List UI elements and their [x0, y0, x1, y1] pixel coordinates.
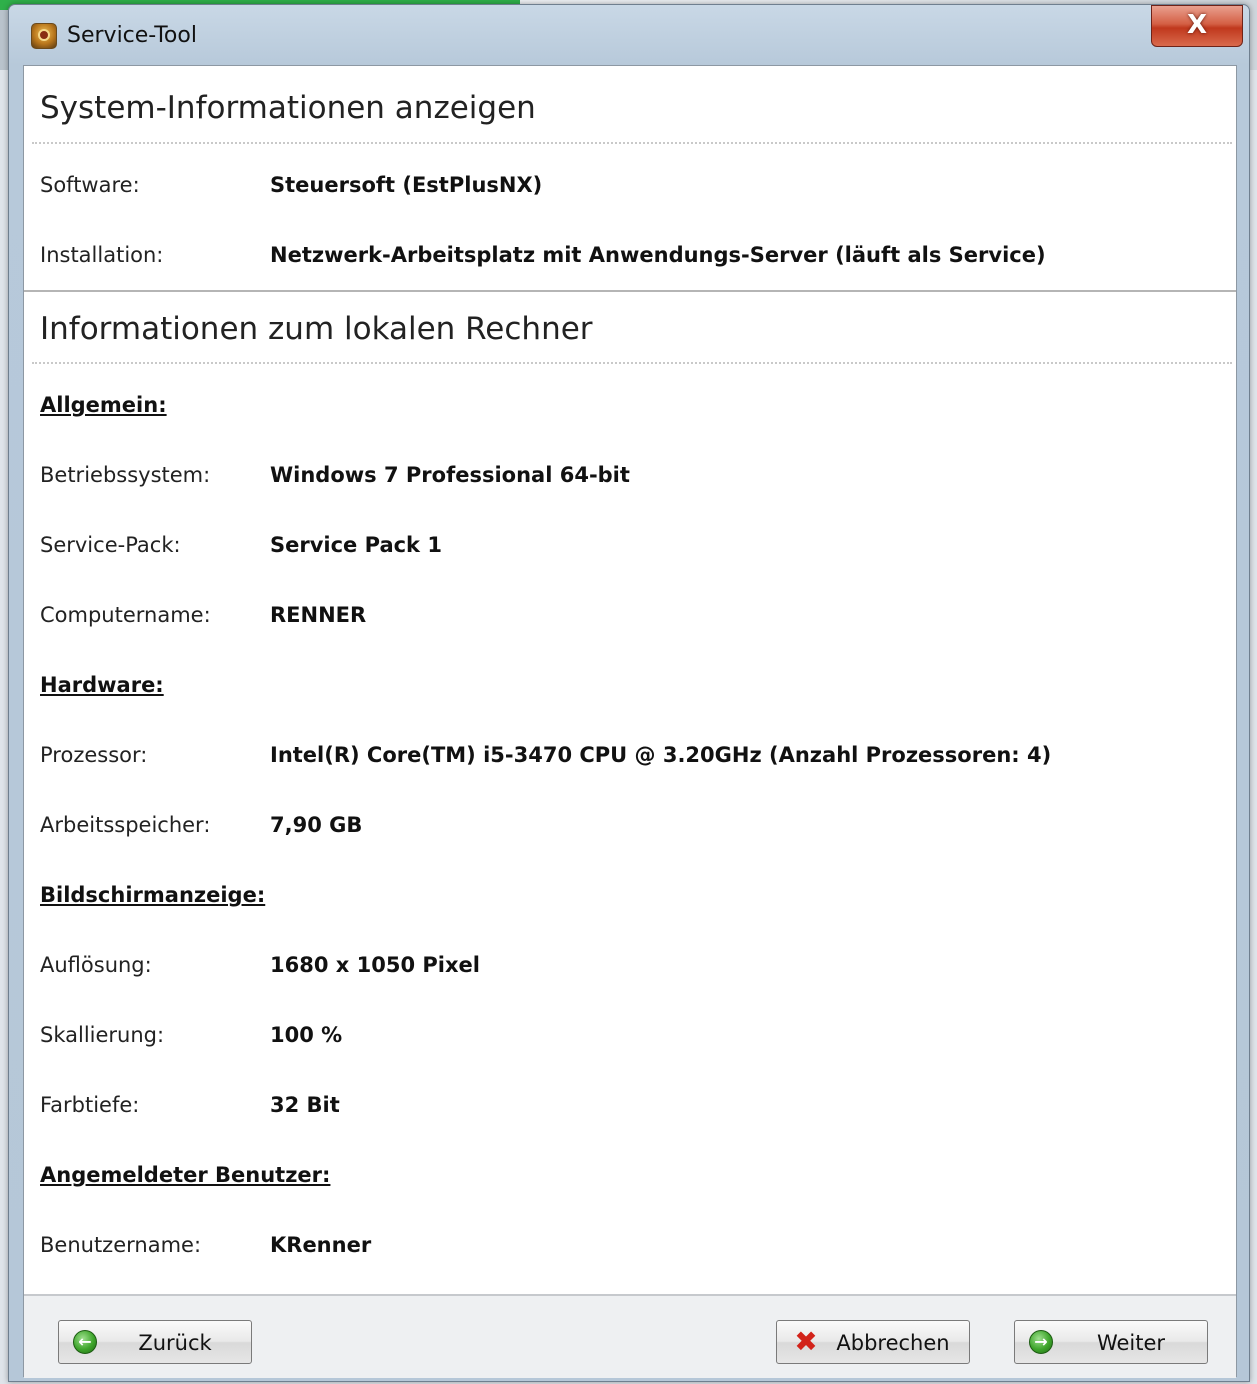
row-value: 7,90 GB [270, 813, 363, 837]
cancel-button[interactable]: ✖ Abbrechen [776, 1320, 970, 1364]
close-icon: X [1186, 10, 1208, 40]
row-label: Installation: [40, 243, 164, 267]
row-value: 100 % [270, 1023, 343, 1047]
row-label: Betriebssystem: [40, 463, 211, 487]
back-button-label: Zurück [138, 1331, 212, 1355]
info-row-farbtiefe: Farbtiefe: 32 Bit [40, 1093, 1220, 1123]
dialog-content: System-Informationen anzeigen Software: … [23, 65, 1237, 1378]
button-bar: ← Zurück ✖ Abbrechen → Weiter [24, 1294, 1236, 1378]
info-row-aufloesung: Auflösung: 1680 x 1050 Pixel [40, 953, 1220, 983]
window-title: Service-Tool [67, 23, 197, 48]
info-row-betriebssystem: Betriebssystem: Windows 7 Professional 6… [40, 463, 1220, 493]
row-label: Software: [40, 173, 140, 197]
row-value: RENNER [270, 603, 367, 627]
group-heading-hardware: Hardware: [40, 673, 164, 697]
section-separator [24, 290, 1236, 292]
group-heading-benutzer: Angemeldeter Benutzer: [40, 1163, 331, 1187]
app-icon [31, 23, 57, 49]
row-value: 1680 x 1050 Pixel [270, 953, 480, 977]
row-value: KRenner [270, 1233, 372, 1257]
close-button[interactable]: X [1151, 5, 1243, 47]
row-label: Arbeitsspeicher: [40, 813, 211, 837]
row-value: 32 Bit [270, 1093, 340, 1117]
group-heading-bildschirmanzeige: Bildschirmanzeige: [40, 883, 266, 907]
row-value: Windows 7 Professional 64-bit [270, 463, 630, 487]
info-row-arbeitsspeicher: Arbeitsspeicher: 7,90 GB [40, 813, 1220, 843]
info-row-prozessor: Prozessor: Intel(R) Core(TM) i5-3470 CPU… [40, 743, 1220, 773]
info-row-software: Software: Steuersoft (EstPlusNX) [40, 173, 1220, 203]
row-value: Intel(R) Core(TM) i5-3470 CPU @ 3.20GHz … [270, 743, 1052, 767]
info-row-installation: Installation: Netzwerk-Arbeitsplatz mit … [40, 243, 1220, 273]
next-button-label: Weiter [1096, 1331, 1166, 1355]
cancel-button-label: Abbrechen [836, 1331, 950, 1355]
row-label: Benutzername: [40, 1233, 202, 1257]
row-value: Netzwerk-Arbeitsplatz mit Anwendungs-Ser… [270, 243, 1046, 267]
info-row-skallierung: Skallierung: 100 % [40, 1023, 1220, 1053]
service-tool-window: Service-Tool X System-Informationen anze… [8, 4, 1250, 1382]
row-label: Skallierung: [40, 1023, 165, 1047]
row-label: Prozessor: [40, 743, 148, 767]
info-row-computername: Computername: RENNER [40, 603, 1220, 633]
section-title-system: System-Informationen anzeigen [40, 90, 536, 126]
title-bar[interactable]: Service-Tool X [9, 5, 1249, 65]
info-row-benutzername: Benutzername: KRenner [40, 1233, 1220, 1263]
row-label: Computername: [40, 603, 211, 627]
group-heading-allgemein: Allgemein: [40, 393, 167, 417]
back-button[interactable]: ← Zurück [58, 1320, 252, 1364]
divider [32, 362, 1232, 364]
row-label: Service-Pack: [40, 533, 181, 557]
row-label: Farbtiefe: [40, 1093, 140, 1117]
section-title-local: Informationen zum lokalen Rechner [40, 311, 593, 347]
row-label: Auflösung: [40, 953, 152, 977]
next-button[interactable]: → Weiter [1014, 1320, 1208, 1364]
row-value: Steuersoft (EstPlusNX) [270, 173, 543, 197]
row-value: Service Pack 1 [270, 533, 442, 557]
divider [32, 142, 1232, 144]
info-row-service-pack: Service-Pack: Service Pack 1 [40, 533, 1220, 563]
